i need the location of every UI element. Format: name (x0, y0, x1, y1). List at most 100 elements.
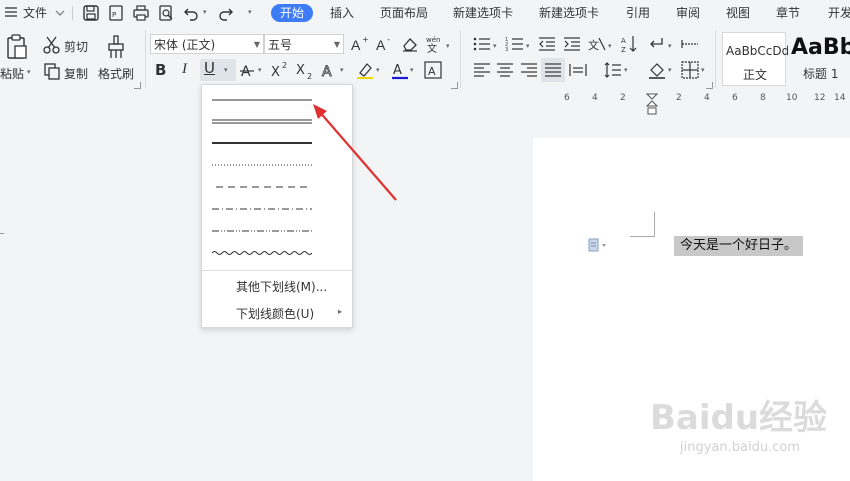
format-painter-icon[interactable] (106, 34, 126, 60)
tab-references[interactable]: 引用 (626, 4, 650, 22)
expand-group-icon[interactable] (451, 82, 458, 89)
underline-double-option[interactable] (212, 115, 312, 125)
style-normal[interactable]: AaBbCcDd 正文 (722, 32, 790, 86)
tab-view[interactable]: 视图 (726, 4, 750, 22)
strikethrough-icon[interactable]: A (238, 60, 258, 80)
decrease-indent-icon[interactable] (537, 34, 557, 54)
underline-thick-option[interactable] (212, 137, 312, 147)
chevron-down-icon[interactable]: ▾ (668, 66, 672, 74)
save-icon[interactable] (82, 4, 100, 22)
tab-page-layout[interactable]: 页面布局 (380, 4, 428, 22)
numbering-icon[interactable]: 123 (505, 34, 525, 54)
align-center-icon[interactable] (495, 60, 515, 80)
svg-text:3: 3 (505, 47, 508, 53)
underline-button[interactable]: U (204, 59, 215, 77)
chevron-down-icon[interactable]: ▾ (526, 42, 530, 50)
file-menu[interactable]: 文件 (23, 4, 47, 22)
bullets-icon[interactable] (472, 34, 492, 54)
chevron-down-icon[interactable]: ▾ (340, 66, 344, 74)
paste-button[interactable]: 粘贴 (0, 65, 24, 82)
sort-icon[interactable]: AZ (620, 34, 640, 54)
tab-review[interactable]: 审阅 (676, 4, 700, 22)
character-border-icon[interactable]: A (423, 60, 443, 80)
highlight-icon[interactable] (355, 60, 375, 80)
scissors-icon[interactable] (43, 36, 61, 54)
undo-icon[interactable] (182, 4, 200, 22)
paragraph-icon[interactable] (588, 238, 608, 252)
print-icon[interactable] (132, 4, 150, 22)
chevron-down-icon[interactable]: ▾ (203, 8, 207, 16)
line-spacing-icon[interactable] (603, 60, 623, 80)
chevron-down-icon[interactable]: ▾ (248, 8, 252, 16)
margin-corner-mark (630, 212, 655, 237)
chevron-down-icon[interactable]: ▾ (608, 42, 612, 50)
export-pdf-icon[interactable]: P (107, 4, 125, 22)
chevron-down-icon[interactable]: ▾ (27, 68, 31, 76)
chevron-down-icon[interactable]: ▾ (624, 66, 628, 74)
chevron-down-icon[interactable]: ▾ (258, 66, 262, 74)
shading-icon[interactable] (647, 60, 667, 80)
phonetic-guide-icon[interactable]: wén 文 (425, 34, 445, 55)
subscript-icon[interactable]: X2 (295, 60, 315, 81)
increase-indent-icon[interactable] (562, 34, 582, 54)
borders-icon[interactable] (680, 60, 700, 80)
svg-text:A: A (351, 37, 361, 53)
style-heading-1[interactable]: AaBb 标题 1 (788, 32, 850, 84)
chevron-down-icon[interactable]: ▾ (410, 66, 414, 74)
tab-new-1[interactable]: 新建选项卡 (453, 4, 513, 22)
underline-dash-dot-option[interactable] (212, 203, 312, 213)
chevron-down-icon[interactable] (55, 7, 65, 17)
chevron-down-icon[interactable]: ▾ (493, 42, 497, 50)
print-preview-icon[interactable] (157, 4, 175, 22)
clear-format-icon[interactable] (400, 34, 420, 54)
font-size-select[interactable]: 五号 ▼ (264, 34, 344, 54)
underline-color-option[interactable]: 下划线颜色(U) (236, 305, 314, 322)
justify-icon[interactable] (543, 60, 563, 80)
chevron-down-icon[interactable]: ▾ (701, 66, 705, 74)
more-underlines-option[interactable]: 其他下划线(M)... (236, 278, 327, 295)
font-color-icon[interactable]: A (390, 60, 410, 80)
underline-single-option[interactable] (212, 94, 312, 104)
redo-icon[interactable] (217, 4, 235, 22)
chevron-down-icon[interactable]: ▾ (376, 66, 380, 74)
copy-button[interactable]: 复制 (64, 65, 88, 82)
tab-developer[interactable]: 开发 (828, 4, 850, 22)
underline-dashed-option[interactable] (212, 181, 312, 191)
ruler-tick: 4 (592, 93, 598, 103)
shrink-font-icon[interactable]: A- (375, 34, 395, 54)
font-name-select[interactable]: 宋体 (正文) ▼ (150, 34, 264, 54)
indent-marker-icon[interactable] (645, 93, 659, 117)
align-right-icon[interactable] (519, 60, 539, 80)
underline-dash-dot-dot-option[interactable] (212, 225, 312, 235)
cut-button[interactable]: 剪切 (64, 38, 88, 55)
paste-icon[interactable] (6, 34, 28, 60)
style-normal-preview: AaBbCcDd (726, 44, 790, 58)
tab-stops-icon[interactable] (680, 34, 700, 54)
hamburger-icon[interactable] (4, 5, 18, 19)
bold-button[interactable]: B (155, 61, 166, 79)
expand-group-icon[interactable] (134, 82, 141, 89)
chevron-down-icon[interactable]: ▾ (224, 66, 228, 74)
distributed-icon[interactable] (568, 60, 588, 80)
tab-new-2[interactable]: 新建选项卡 (539, 4, 599, 22)
text-effect-icon[interactable]: A (320, 60, 340, 81)
chevron-down-icon[interactable]: ▾ (668, 42, 672, 50)
svg-text:A: A (376, 37, 386, 53)
underline-dotted-option[interactable] (212, 159, 312, 169)
italic-button[interactable]: I (182, 61, 187, 78)
expand-group-icon[interactable] (706, 82, 713, 89)
tab-chapter[interactable]: 章节 (776, 4, 800, 22)
chevron-down-icon[interactable]: ▾ (446, 42, 450, 50)
format-painter-button[interactable]: 格式刷 (98, 65, 134, 82)
chinese-layout-icon[interactable]: 文 (587, 34, 607, 54)
selected-text[interactable]: 今天是一个好日子。 (674, 236, 804, 256)
underline-wave-option[interactable] (211, 247, 313, 257)
show-marks-icon[interactable] (647, 34, 667, 54)
grow-font-icon[interactable]: A + (350, 34, 370, 54)
tab-home[interactable]: 开始 (271, 4, 314, 22)
copy-icon[interactable] (43, 62, 61, 80)
horizontal-ruler[interactable]: 6 4 2 2 4 6 8 10 12 14 (540, 93, 850, 115)
align-left-icon[interactable] (472, 60, 492, 80)
tab-insert[interactable]: 插入 (330, 4, 354, 22)
superscript-icon[interactable]: X2 (270, 60, 290, 80)
